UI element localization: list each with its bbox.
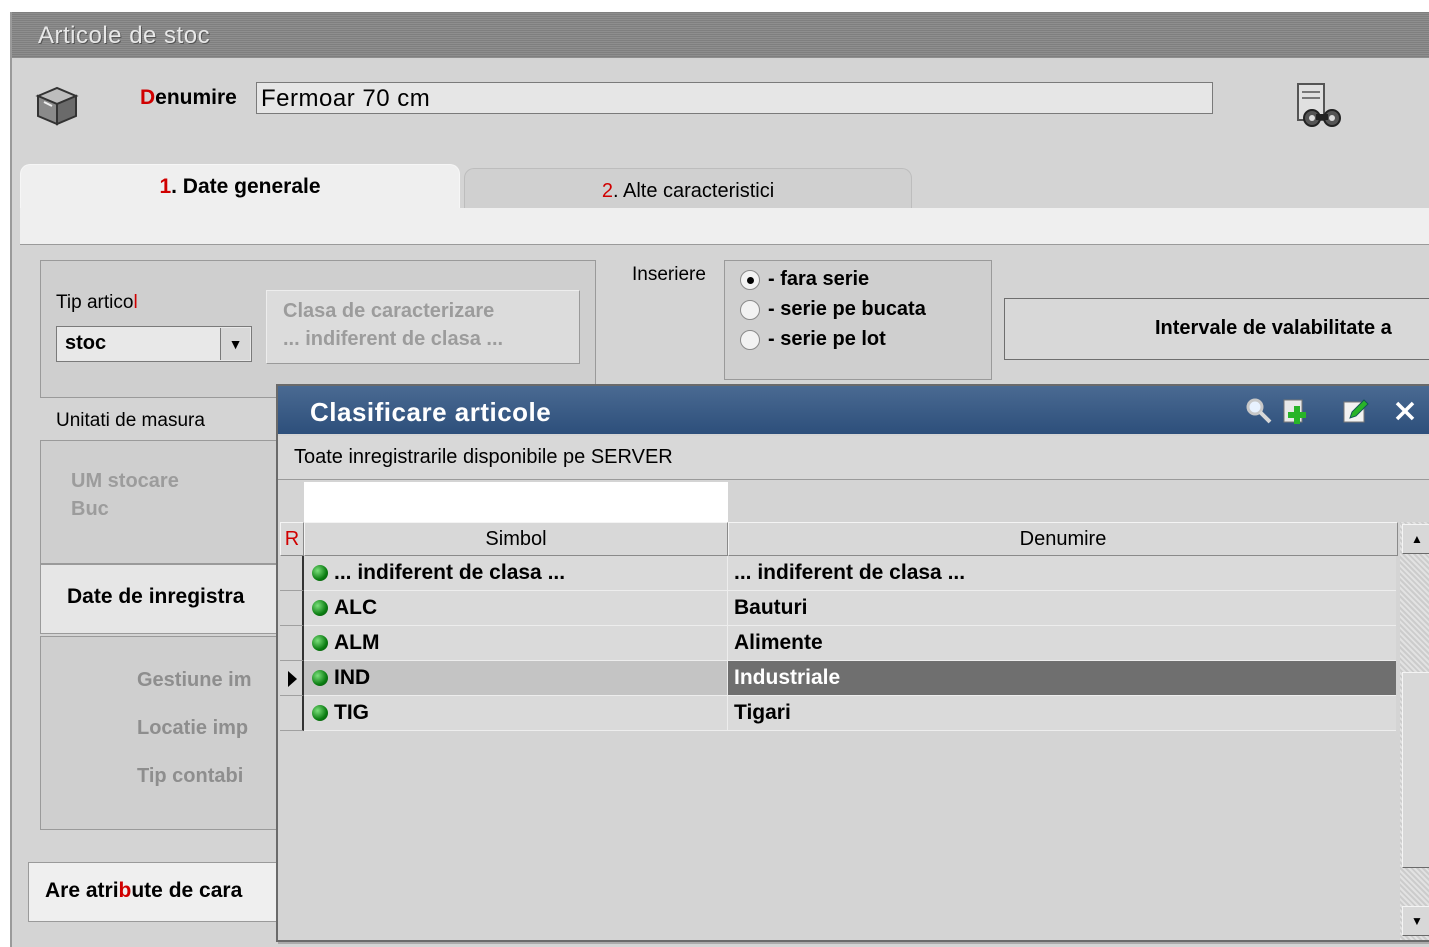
cell-simbol: TIG [304,696,728,731]
radio-icon[interactable] [740,299,760,320]
tab-date-generale[interactable]: 1. Date generale [20,164,460,210]
gestiune-label: Gestiune im [137,669,252,691]
cell-denumire: ... indiferent de clasa ... [728,556,1396,591]
cell-simbol: ALM [304,626,728,661]
inseriere-label: Inseriere [632,264,706,285]
cell-simbol: IND [304,661,728,696]
radio-serie-pe-lot[interactable]: - serie pe lot [740,328,886,351]
popup-titlebar[interactable]: Clasificare articole [278,386,1429,434]
status-dot-icon [312,705,328,721]
denumire-input[interactable]: Fermoar 70 cm [256,82,1213,114]
cell-denumire: Alimente [728,626,1396,661]
articole-de-stoc-window: Articole de stoc Denumire Fermoar 70 cm … [10,12,1429,947]
radio-serie-pe-bucata[interactable]: - serie pe bucata [740,298,926,321]
window-title: Articole de stoc [38,22,211,49]
status-dot-icon [312,635,328,651]
search-icon[interactable] [1244,396,1274,426]
radio-icon[interactable] [740,329,760,350]
popup-title: Clasificare articole [310,397,552,427]
vertical-scrollbar[interactable]: ▲ ▼ [1400,522,1429,940]
clasificare-grid: R Simbol Denumire ... indiferent de clas… [278,522,1398,940]
radio-fara-serie[interactable]: - fara serie [740,268,869,291]
status-dot-icon [312,565,328,581]
row-indicator[interactable] [280,591,304,626]
column-header-denumire[interactable]: Denumire [728,522,1398,556]
gestiune-group: Gestiune im Locatie imp Tip contabi [40,636,280,830]
date-inregistrare-header[interactable]: Date de inregistra [40,564,280,634]
scroll-up-icon[interactable]: ▲ [1402,524,1429,554]
clasificare-articole-popup: Clasificare articole Toate inregistraril… [276,384,1429,942]
row-indicator[interactable] [280,696,304,731]
um-stocare-group: UM stocare Buc [40,440,280,564]
cell-denumire: Bauturi [728,591,1396,626]
cell-simbol: ALC [304,591,728,626]
denumire-label: Denumire [140,86,237,109]
tip-articol-select[interactable]: stoc ▼ [56,326,252,362]
row-indicator[interactable] [280,661,304,696]
scroll-down-icon[interactable]: ▼ [1402,906,1429,936]
table-row[interactable]: ... indiferent de clasa ... ... indifere… [280,556,1396,591]
intervale-valabilitate-button[interactable]: Intervale de valabilitate a [1004,298,1429,360]
table-row[interactable]: TIG Tigari [280,696,1396,731]
row-indicator[interactable] [280,556,304,591]
cell-denumire: Tigari [728,696,1396,731]
status-dot-icon [312,600,328,616]
table-row[interactable]: ALC Bauturi [280,591,1396,626]
window-titlebar[interactable]: Articole de stoc [12,12,1429,58]
box-icon [35,86,79,126]
chevron-down-icon[interactable]: ▼ [220,328,250,360]
unitati-masura-label: Unitati de masura [56,410,205,431]
radio-selected-icon[interactable] [740,269,760,290]
table-row-selected[interactable]: IND Industriale [280,661,1396,696]
tip-articol-label: Tip articol [56,292,138,313]
column-header-r[interactable]: R [280,522,304,556]
cell-simbol: ... indiferent de clasa ... [304,556,728,591]
row-indicator[interactable] [280,626,304,661]
clasa-caracterizare-button[interactable]: Clasa de caracterizare ... indiferent de… [266,290,580,364]
um-stocare-label: UM stocare [71,470,179,492]
binoculars-icon[interactable] [1292,82,1352,132]
filter-input[interactable] [304,482,728,522]
atribute-header[interactable]: Are atribute de cara [28,862,280,922]
edit-icon[interactable] [1340,396,1370,426]
tip-contabil-label: Tip contabi [137,765,244,787]
add-icon[interactable] [1280,396,1310,426]
um-stocare-value: Buc [71,498,109,520]
status-dot-icon [312,670,328,686]
popup-subtitle: Toate inregistrarile disponibile pe SERV… [278,436,1429,480]
column-header-simbol[interactable]: Simbol [304,522,728,556]
cell-denumire: Industriale [728,661,1396,696]
tab-page-header [20,208,1429,248]
scroll-thumb[interactable] [1402,672,1429,868]
locatie-label: Locatie imp [137,717,249,739]
close-icon[interactable] [1390,396,1420,426]
current-row-arrow-icon [288,671,297,687]
table-row[interactable]: ALM Alimente [280,626,1396,661]
